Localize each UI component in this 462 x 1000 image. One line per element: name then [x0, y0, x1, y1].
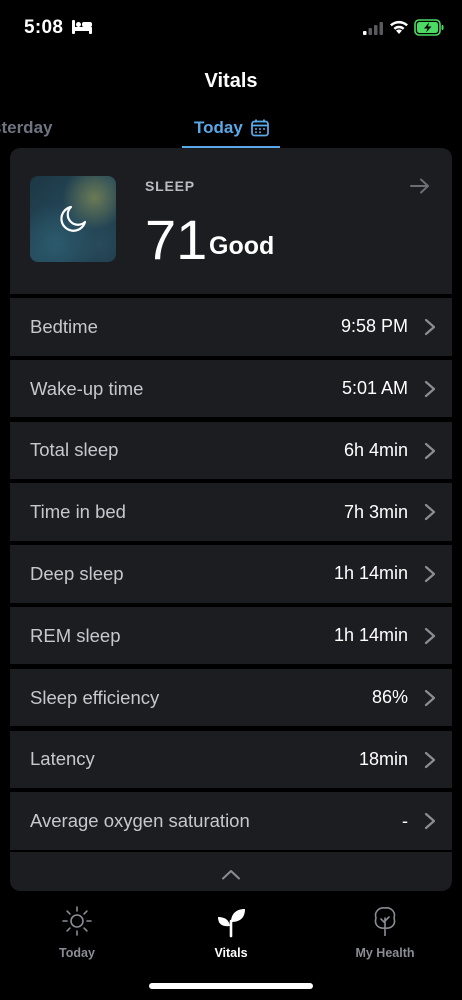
row-label: Deep sleep [30, 562, 124, 584]
vitals-screen: 5:08 Vitals sterday Today [0, 0, 462, 1000]
chevron-right-icon [424, 504, 436, 521]
arrow-right-icon[interactable] [410, 178, 430, 194]
sleep-quality: Good [209, 232, 275, 260]
row-value: 5:01 AM [341, 378, 408, 399]
home-indicator[interactable] [149, 983, 313, 989]
tree-icon [374, 907, 396, 936]
status-time: 5:08 [24, 17, 64, 38]
row-label: Sleep efficiency [30, 686, 160, 708]
chevron-right-icon [424, 689, 436, 706]
chevron-right-icon [424, 813, 436, 830]
row-label: Wake-up time [30, 377, 144, 399]
row-average-oxygen-saturation[interactable]: Average oxygen saturation - [10, 792, 452, 850]
nav-my-health-label: My Health [355, 946, 415, 960]
moon-icon [60, 205, 87, 232]
chevron-right-icon [424, 380, 436, 397]
row-value: 7h 3min [343, 501, 408, 522]
row-value: 18min [358, 748, 408, 769]
row-bedtime[interactable]: Bedtime 9:58 PM [10, 298, 452, 356]
row-label: Bedtime [30, 315, 98, 337]
nav-vitals-label: Vitals [214, 946, 248, 960]
bottom-nav: Today Vitals My Health [0, 900, 462, 960]
chevron-right-icon [424, 627, 436, 645]
nav-today-label: Today [59, 946, 95, 960]
row-label: Total sleep [30, 439, 119, 461]
row-latency[interactable]: Latency 18min [10, 730, 452, 789]
tab-today[interactable]: Today [194, 118, 269, 138]
collapse-button[interactable] [10, 852, 452, 891]
chevron-up-icon [222, 870, 240, 880]
chevron-right-icon [424, 442, 436, 459]
row-value: - [402, 810, 408, 831]
chevron-right-icon [424, 751, 436, 768]
row-value: 1h 14min [333, 625, 408, 646]
status-bar: 5:08 [0, 0, 462, 58]
cellular-signal-icon [363, 22, 383, 35]
tab-yesterday[interactable]: sterday [0, 118, 52, 138]
row-label: Latency [30, 748, 95, 770]
row-label: Average oxygen saturation [30, 810, 250, 832]
wifi-icon [390, 20, 408, 34]
sleep-card: SLEEP 71 Good Bedtime 9:58 PM Wake-up ti… [10, 148, 452, 891]
row-deep-sleep[interactable]: Deep sleep 1h 14min [10, 545, 452, 603]
row-wake-up-time[interactable]: Wake-up time 5:01 AM [10, 359, 452, 418]
row-value: 86% [371, 687, 408, 708]
sleep-score: 71 [145, 208, 208, 271]
calendar-icon[interactable] [250, 119, 269, 137]
nav-my-health[interactable]: My Health [325, 900, 445, 962]
page-title: Vitals [204, 70, 258, 92]
battery-charging-icon [414, 19, 444, 36]
sleep-thumbnail [30, 176, 116, 262]
row-value: 6h 4min [343, 439, 408, 460]
row-time-in-bed[interactable]: Time in bed 7h 3min [10, 483, 452, 541]
row-value: 9:58 PM [340, 316, 408, 337]
nav-today[interactable]: Today [17, 900, 137, 962]
nav-vitals[interactable]: Vitals [171, 900, 291, 962]
row-value: 1h 14min [333, 563, 408, 584]
sprout-icon [218, 909, 245, 938]
sleep-label: SLEEP [145, 178, 195, 194]
row-total-sleep[interactable]: Total sleep 6h 4min [10, 421, 452, 480]
sleep-summary[interactable]: SLEEP 71 Good [10, 148, 452, 294]
chevron-right-icon [424, 318, 436, 336]
row-label: Time in bed [30, 501, 126, 523]
sleep-metrics-list: Bedtime 9:58 PM Wake-up time 5:01 AM Tot… [10, 298, 452, 854]
bed-icon [72, 20, 92, 34]
sun-icon [62, 906, 92, 936]
row-rem-sleep[interactable]: REM sleep 1h 14min [10, 606, 452, 665]
row-sleep-efficiency[interactable]: Sleep efficiency 86% [10, 668, 452, 727]
tab-today-label: Today [194, 118, 243, 137]
row-label: REM sleep [30, 624, 121, 646]
chevron-right-icon [424, 566, 436, 583]
